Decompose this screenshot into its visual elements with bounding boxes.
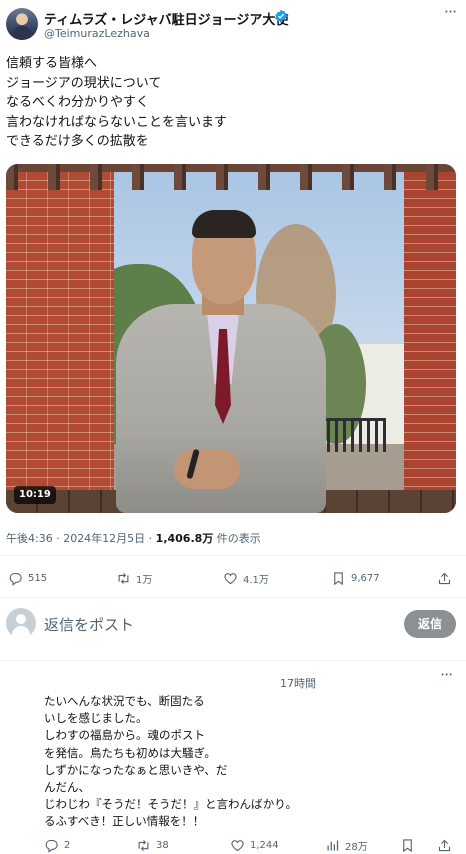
reply-submit-button[interactable]: 返信	[404, 610, 456, 638]
reply-count: 515	[28, 572, 48, 584]
views-action[interactable]: 28万	[325, 835, 368, 854]
repost-action[interactable]: 38	[136, 835, 169, 854]
post-text-line: できるだけ多くの拡散を	[6, 134, 149, 149]
reply-icon	[9, 572, 22, 586]
reply-text-line: んだん、	[44, 779, 90, 794]
current-user-avatar[interactable]	[6, 608, 36, 638]
repost-action[interactable]: 1万	[116, 568, 152, 588]
repost-icon	[118, 572, 129, 584]
post-text-line: ジョージアの現状について	[6, 75, 162, 91]
share-action[interactable]	[437, 568, 457, 588]
reply-text-line: しずかになったなぁと思いきや、だ	[44, 762, 228, 777]
like-action[interactable]: 4.1万	[223, 568, 269, 588]
pergola-rafters	[6, 164, 456, 190]
reply-text-line: じわじわ『そうだ！そうだ！』と言わんばかり。	[44, 797, 297, 812]
bookmark-count: 9,677	[351, 572, 380, 584]
author-avatar[interactable]	[6, 8, 38, 40]
brick-pillar-left	[6, 170, 114, 513]
speaker-hair	[192, 210, 256, 238]
reply-text-line: いしを感じました。	[44, 711, 148, 726]
like-count: 1,244	[250, 839, 279, 851]
speaker-hands	[174, 449, 240, 489]
reply-count: 2	[64, 839, 71, 851]
reply-action[interactable]: 2	[44, 835, 70, 854]
post-text-line: なるべくわ分かりやすく	[6, 95, 150, 110]
views-label: 件の表示	[213, 532, 261, 545]
views-count: 1,406.8万	[155, 532, 214, 545]
post-timestamp[interactable]: 午後4:36 · 2024年12月5日 ·	[6, 532, 156, 545]
share-icon	[438, 839, 451, 851]
views-count: 28万	[345, 841, 368, 853]
reply-text-line: たいへんな状況でも、断固たる	[44, 694, 205, 708]
reply-action[interactable]: 515	[8, 568, 47, 588]
divider	[0, 555, 466, 556]
bookmark-icon	[403, 838, 412, 852]
repost-count: 38	[156, 839, 169, 851]
video-player[interactable]: 10:19	[6, 164, 456, 513]
reply-icon	[45, 839, 58, 853]
post-meta: 午後4:36 · 2024年12月5日 · 1,406.8万 件の表示	[6, 530, 261, 546]
post-header: ティムラズ・レジャバ駐日ジョージア大使 @TeimurazLezhava ···	[0, 0, 466, 50]
verified-badge-icon	[275, 9, 287, 23]
reply-text: たいへんな状況でも、断固たる いしを感じました。 しわすの福島から。魂のポスト …	[44, 693, 297, 831]
reply-action-bar: 2 38 1,244 28万	[0, 835, 466, 854]
post-action-bar: 515 1万 4.1万 9,677	[0, 562, 466, 592]
share-icon	[438, 572, 451, 584]
bookmark-action[interactable]: 9,677	[331, 568, 380, 588]
post-text-line: 信頼する皆様へ	[6, 56, 98, 71]
like-action[interactable]: 1,244	[230, 835, 279, 854]
more-icon[interactable]: ···	[440, 667, 453, 683]
divider	[0, 660, 466, 661]
repost-count: 1万	[136, 574, 153, 586]
divider	[0, 597, 466, 598]
video-duration-badge: 10:19	[14, 486, 56, 504]
reply-text-line: を発信。鳥たちも初めは大騒ぎ。	[44, 745, 216, 760]
author-handle[interactable]: @TeimurazLezhava	[44, 27, 150, 40]
bookmark-icon	[334, 571, 343, 585]
like-count: 4.1万	[243, 574, 269, 586]
post-text-line: 言わなければならないことを言います	[6, 114, 228, 130]
brick-pillar-right	[404, 170, 456, 513]
reply-timestamp[interactable]: 17時間	[280, 675, 316, 691]
repost-icon	[138, 839, 149, 851]
reply-post[interactable]: 17時間 ··· たいへんな状況でも、断固たる いしを感じました。 しわすの福島…	[0, 665, 466, 854]
bookmark-action[interactable]	[400, 835, 420, 854]
author-name[interactable]: ティムラズ・レジャバ駐日ジョージア大使	[44, 9, 288, 28]
reply-input[interactable]: 返信をポスト	[44, 614, 134, 635]
post-text: 信頼する皆様へ ジョージアの現状について なるべくわ分かりやすく 言わなければな…	[6, 54, 227, 152]
share-action[interactable]	[437, 835, 457, 854]
like-icon	[231, 839, 244, 851]
more-icon[interactable]: ···	[440, 4, 460, 26]
reply-text-line: しわすの福島から。魂のポスト	[44, 728, 205, 743]
reply-composer: 返信をポスト 返信	[0, 600, 466, 652]
views-icon	[327, 840, 339, 850]
reply-text-line: るふすべき！正しい情報を！！	[44, 814, 205, 829]
like-icon	[224, 572, 237, 584]
